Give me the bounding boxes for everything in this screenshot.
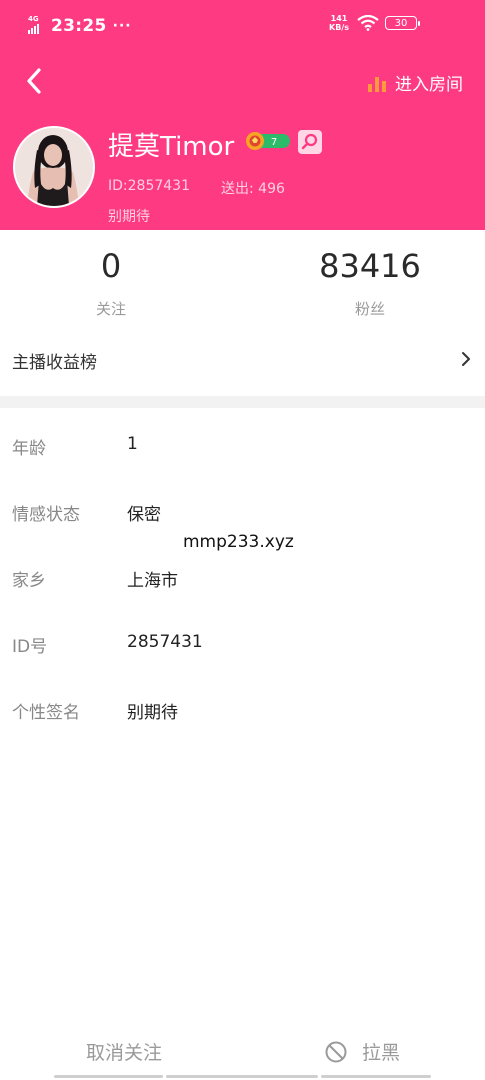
chevron-right-icon	[462, 352, 470, 366]
status-bar: 4G 23:25 ··· 141 KB/s 30	[0, 12, 485, 44]
battery-icon: 30	[385, 16, 420, 30]
bottom-action-bar: 取消关注 拉黑	[0, 1028, 485, 1080]
bar-chart-icon	[368, 76, 386, 92]
cellular-signal-icon: 4G	[28, 15, 48, 34]
info-key: 个性签名	[12, 703, 80, 723]
level-number: 7	[271, 137, 277, 148]
profile-header: 4G 23:25 ··· 141 KB/s 30 进入房间 提莫Timor 7 …	[0, 0, 485, 230]
following-stat[interactable]: 0 关注	[61, 246, 161, 319]
info-row-age: 年龄 1	[0, 424, 485, 464]
fans-count: 83416	[319, 247, 421, 285]
header-bio: 别期待	[108, 209, 150, 225]
section-divider	[0, 396, 485, 408]
following-count: 0	[100, 247, 122, 285]
nav-indicator	[54, 1075, 163, 1078]
info-value: 2857431	[127, 632, 203, 652]
block-button[interactable]: 拉黑	[324, 1038, 400, 1065]
avatar-photo	[15, 128, 93, 206]
level-badge: 7	[246, 132, 290, 150]
enter-room-label: 进入房间	[395, 75, 463, 95]
back-button[interactable]	[20, 64, 50, 98]
earnings-rank-label: 主播收益榜	[12, 353, 97, 373]
nav-indicator	[166, 1075, 318, 1078]
info-key: 情感状态	[12, 505, 80, 525]
info-value: 上海市	[127, 571, 178, 591]
gifts-sent: 送出: 496	[221, 181, 285, 197]
more-notifications-icon: ···	[112, 18, 132, 34]
network-type: 4G	[28, 15, 39, 23]
info-row-id: ID号 2857431	[0, 622, 485, 662]
search-icon	[301, 133, 318, 150]
fans-label: 粉丝	[354, 300, 385, 318]
info-key: 年龄	[12, 439, 46, 459]
block-label: 拉黑	[362, 1042, 401, 1064]
info-key: ID号	[12, 637, 48, 657]
status-time: 23:25	[51, 16, 107, 36]
info-value: 1	[127, 434, 138, 454]
block-icon	[325, 1041, 347, 1062]
network-speed-unit: KB/s	[329, 23, 349, 32]
info-value: 保密	[127, 505, 161, 525]
network-speed-value: 141	[330, 14, 348, 23]
battery-level: 30	[394, 17, 408, 29]
info-row-relationship: 情感状态 保密	[0, 490, 485, 530]
info-value: 别期待	[127, 703, 178, 723]
user-id: ID:2857431	[108, 178, 190, 194]
fans-stat[interactable]: 83416 粉丝	[300, 246, 440, 319]
following-label: 关注	[95, 300, 126, 318]
info-row-signature: 个性签名 别期待	[0, 688, 485, 728]
wifi-icon	[357, 15, 379, 31]
enter-room-button[interactable]: 进入房间	[367, 70, 463, 95]
avatar[interactable]	[13, 126, 95, 208]
info-key: 家乡	[12, 571, 46, 591]
info-row-hometown: 家乡 上海市	[0, 556, 485, 596]
nickname: 提莫Timor	[108, 132, 235, 162]
network-speed: 141 KB/s	[329, 14, 349, 32]
nav-indicator	[321, 1075, 431, 1078]
earnings-rank-row[interactable]: 主播收益榜	[0, 336, 485, 382]
unfollow-button[interactable]: 取消关注	[86, 1038, 162, 1065]
search-badge[interactable]	[298, 130, 322, 154]
watermark: mmp233.xyz	[183, 532, 294, 552]
